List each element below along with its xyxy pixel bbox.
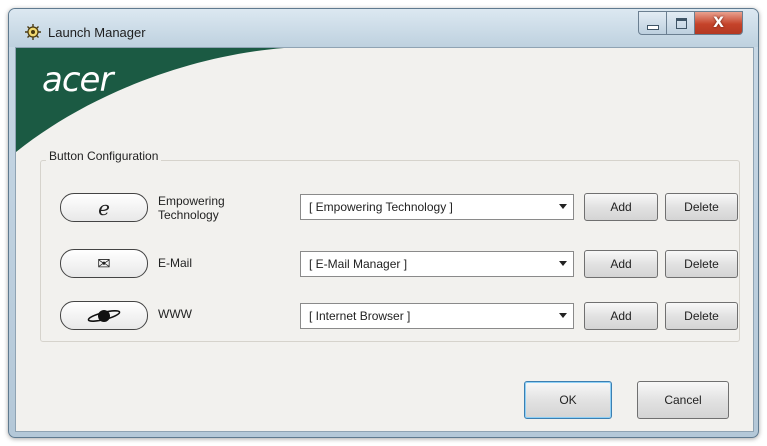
dropdown-value: [ E-Mail Manager ] bbox=[309, 257, 408, 271]
chevron-down-icon bbox=[559, 313, 567, 318]
window-title: Launch Manager bbox=[48, 25, 146, 40]
button-configuration-label: Button Configuration bbox=[46, 149, 162, 163]
maximize-icon bbox=[675, 17, 687, 29]
launch-manager-app-icon bbox=[25, 24, 41, 40]
title-bar[interactable]: Launch Manager X bbox=[9, 9, 758, 47]
www-label: WWW bbox=[158, 307, 192, 321]
minimize-icon bbox=[647, 24, 659, 30]
launch-manager-window: Launch Manager X acer Button Configurati… bbox=[8, 8, 759, 438]
delete-button[interactable]: Delete bbox=[665, 250, 738, 278]
row-label-line: Empowering bbox=[158, 194, 225, 208]
email-dropdown[interactable]: [ E-Mail Manager ] bbox=[300, 251, 574, 277]
email-button[interactable]: ✉ bbox=[60, 249, 148, 278]
chevron-down-icon bbox=[559, 204, 567, 209]
close-icon: X bbox=[713, 15, 724, 31]
add-button[interactable]: Add bbox=[584, 250, 658, 278]
maximize-button[interactable] bbox=[666, 11, 696, 35]
delete-button[interactable]: Delete bbox=[665, 302, 738, 330]
cancel-button[interactable]: Cancel bbox=[637, 381, 729, 419]
dropdown-value: [ Empowering Technology ] bbox=[309, 200, 453, 214]
add-button[interactable]: Add bbox=[584, 302, 658, 330]
ie-e-icon: e bbox=[98, 195, 110, 220]
row-label-line: E-Mail bbox=[158, 256, 193, 270]
minimize-button[interactable] bbox=[638, 11, 668, 35]
dialog-client-area: acer Button Configuration e Empowering T… bbox=[15, 47, 754, 432]
envelope-icon: ✉ bbox=[97, 253, 111, 273]
chevron-down-icon bbox=[559, 261, 567, 266]
acer-logo: acer bbox=[42, 60, 113, 100]
row-label-line: Technology bbox=[158, 208, 219, 222]
row-label-line: WWW bbox=[158, 307, 192, 321]
www-dropdown[interactable]: [ Internet Browser ] bbox=[300, 303, 574, 329]
www-button[interactable] bbox=[60, 301, 148, 330]
planet-icon bbox=[87, 309, 121, 322]
ok-button[interactable]: OK bbox=[524, 381, 612, 419]
empowering-technology-button[interactable]: e bbox=[60, 193, 148, 222]
email-label: E-Mail bbox=[158, 256, 192, 270]
dropdown-value: [ Internet Browser ] bbox=[309, 309, 411, 323]
acer-banner bbox=[16, 48, 284, 152]
close-button[interactable]: X bbox=[694, 11, 743, 35]
empowering-technology-label: Empowering Technology bbox=[158, 194, 225, 222]
delete-button[interactable]: Delete bbox=[665, 193, 738, 221]
add-button[interactable]: Add bbox=[584, 193, 658, 221]
empowering-technology-dropdown[interactable]: [ Empowering Technology ] bbox=[300, 194, 574, 220]
